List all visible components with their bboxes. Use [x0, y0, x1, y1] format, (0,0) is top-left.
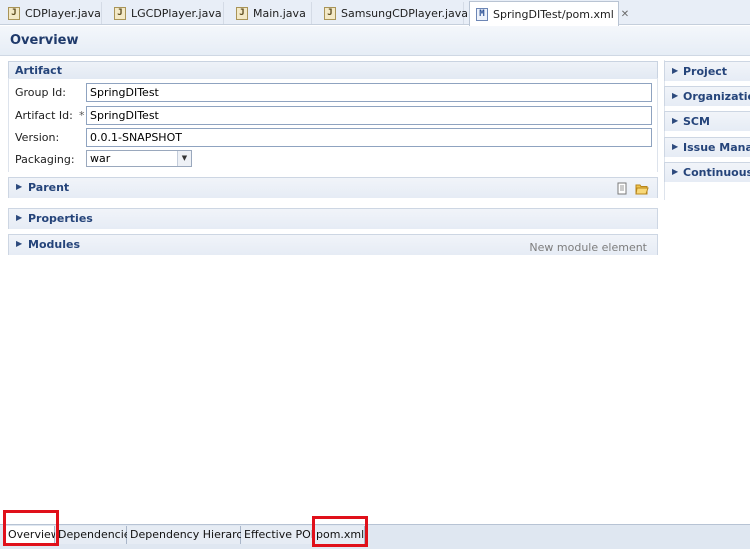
close-icon[interactable]: ✕: [621, 9, 629, 20]
tab-cdplayer[interactable]: J CDPlayer.java: [2, 2, 102, 24]
expand-arrow-icon[interactable]: ▶: [16, 182, 22, 191]
expand-arrow-icon[interactable]: ▶: [672, 142, 678, 151]
java-file-icon: J: [324, 6, 336, 20]
open-folder-icon[interactable]: [635, 182, 649, 195]
page-title: Overview: [10, 33, 79, 48]
continuous-integration-section[interactable]: ▶ Continuous Integration: [664, 162, 750, 182]
tab-samsungcdplayer[interactable]: J SamsungCDPlayer.java: [318, 2, 468, 24]
tab-main[interactable]: J Main.java: [230, 2, 312, 24]
artifact-section-header: Artifact: [8, 61, 658, 79]
tab-label: Main.java: [253, 6, 306, 20]
project-section-title: Project: [683, 65, 728, 78]
properties-section[interactable]: ▶ Properties: [8, 208, 658, 229]
maven-file-icon: M: [476, 7, 488, 21]
artifact-id-label: Artifact Id:: [15, 109, 73, 122]
scm-section[interactable]: ▶ SCM: [664, 111, 750, 131]
tab-lgcdplayer[interactable]: J LGCDPlayer.java: [108, 2, 224, 24]
packaging-label: Packaging:: [15, 153, 75, 166]
project-section[interactable]: ▶ Project: [664, 61, 750, 81]
tab-dependency-hierarchy[interactable]: Dependency Hierarchy: [127, 526, 256, 544]
expand-arrow-icon[interactable]: ▶: [672, 66, 678, 75]
version-label: Version:: [15, 131, 60, 144]
group-id-label: Group Id:: [15, 86, 66, 99]
version-field[interactable]: [86, 128, 652, 147]
expand-arrow-icon[interactable]: ▶: [672, 167, 678, 176]
java-file-icon: J: [8, 6, 20, 20]
java-file-icon: J: [114, 6, 126, 20]
tab-label: LGCDPlayer.java: [131, 6, 222, 20]
tab-label: SpringDITest/pom.xml: [493, 7, 614, 21]
tab-overview[interactable]: Overview: [5, 526, 60, 544]
continuous-integration-section-title: Continuous Integration: [683, 166, 750, 179]
editor-header: Overview: [0, 26, 750, 56]
packaging-select[interactable]: war ▼: [86, 150, 192, 167]
parent-section-title: Parent: [28, 181, 70, 194]
new-module-element-link[interactable]: New module element: [529, 241, 647, 254]
issue-management-section-title: Issue Management: [683, 141, 750, 154]
modules-section[interactable]: ▶ Modules New module element: [8, 234, 658, 255]
java-file-icon: J: [236, 6, 248, 20]
expand-arrow-icon[interactable]: ▶: [16, 213, 22, 222]
group-id-field[interactable]: [86, 83, 652, 102]
expand-arrow-icon[interactable]: ▶: [16, 239, 22, 248]
artifact-id-field[interactable]: [86, 106, 652, 125]
properties-section-title: Properties: [28, 212, 93, 225]
modules-section-title: Modules: [28, 238, 80, 251]
tab-dependencies[interactable]: Dependencies: [55, 526, 136, 544]
expand-arrow-icon[interactable]: ▶: [672, 91, 678, 100]
issue-management-section[interactable]: ▶ Issue Management: [664, 137, 750, 157]
select-parent-icon[interactable]: [615, 182, 629, 195]
organization-section-title: Organization: [683, 90, 750, 103]
organization-section[interactable]: ▶ Organization: [664, 86, 750, 106]
tab-pom-xml[interactable]: M SpringDITest/pom.xml ✕: [469, 1, 629, 26]
packaging-value: war: [90, 152, 111, 165]
parent-section[interactable]: ▶ Parent: [8, 177, 658, 198]
tab-label: SamsungCDPlayer.java: [341, 6, 469, 20]
tab-pom-xml-source[interactable]: pom.xml: [313, 526, 365, 544]
required-marker: *: [79, 109, 85, 122]
scm-section-title: SCM: [683, 115, 710, 128]
tab-label: CDPlayer.java: [25, 6, 101, 20]
tab-effective-pom[interactable]: Effective POM: [241, 526, 320, 544]
chevron-down-icon[interactable]: ▼: [177, 151, 191, 166]
expand-arrow-icon[interactable]: ▶: [672, 116, 678, 125]
